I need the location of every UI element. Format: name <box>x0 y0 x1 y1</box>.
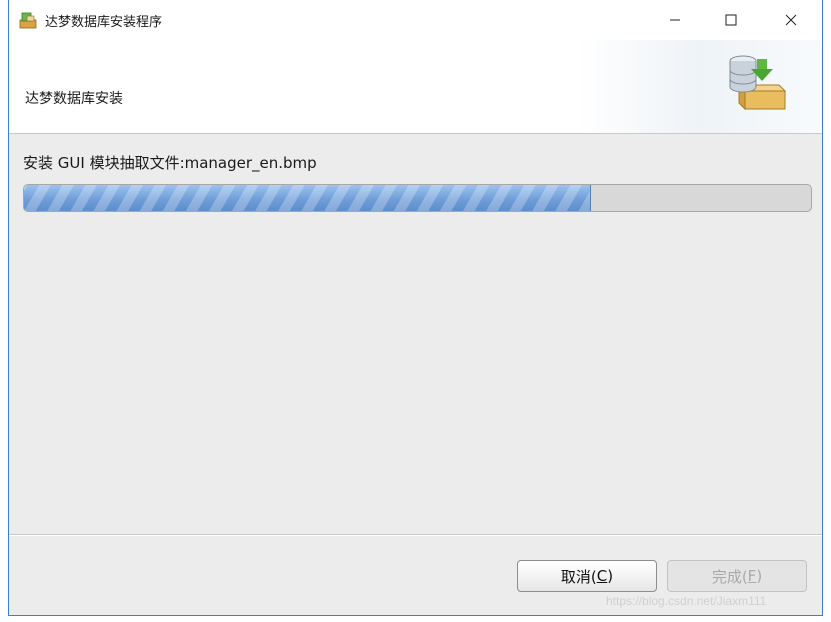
finish-button[interactable]: 完成(F) <box>667 560 807 592</box>
app-icon <box>19 12 37 29</box>
wizard-header: 达梦数据库安装 <box>9 40 822 134</box>
footer-divider-highlight <box>9 535 822 536</box>
cancel-button-label: 取消( <box>560 567 597 586</box>
minimize-icon <box>670 19 680 21</box>
cancel-button[interactable]: 取消(C) <box>517 560 657 592</box>
maximize-button[interactable] <box>708 0 754 40</box>
database-install-icon <box>729 55 787 111</box>
title-bar[interactable]: 达梦数据库安装程序 <box>9 0 822 40</box>
installer-window: 达梦数据库安装程序 达梦数据库安装 安装 GUI 模块抽取文件:manager_… <box>8 0 823 616</box>
minimize-button[interactable] <box>652 0 698 40</box>
page-title: 达梦数据库安装 <box>25 91 123 107</box>
maximize-icon <box>725 14 737 26</box>
close-button[interactable] <box>768 0 814 40</box>
close-icon <box>785 14 797 26</box>
cancel-button-suffix: ) <box>607 567 614 585</box>
status-message: 安装 GUI 模块抽取文件:manager_en.bmp <box>23 154 317 172</box>
install-progress-bar <box>23 184 812 212</box>
finish-button-suffix: ) <box>756 567 763 585</box>
watermark-text: https://blog.csdn.net/Jiaxm111 <box>606 594 767 608</box>
finish-button-label: 完成( <box>711 567 748 586</box>
progress-bar-fill <box>24 185 591 211</box>
finish-mnemonic: F <box>747 567 757 585</box>
window-title: 达梦数据库安装程序 <box>45 15 163 30</box>
cancel-mnemonic: C <box>596 567 608 585</box>
